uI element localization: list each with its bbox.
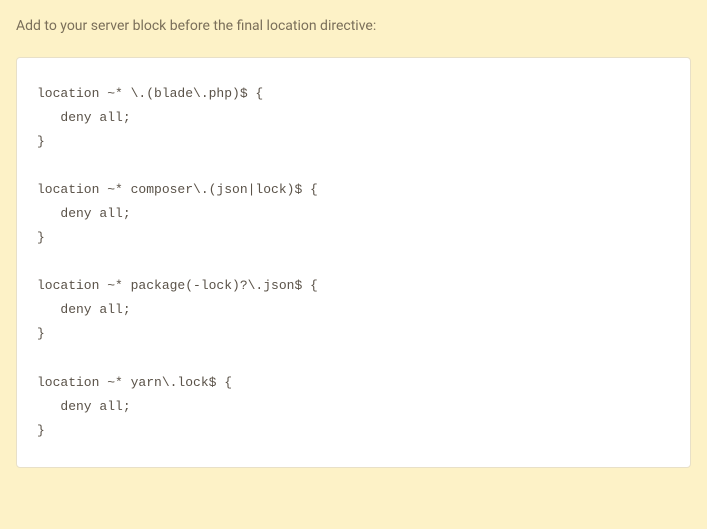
code-block[interactable]: location ~* \.(blade\.php)$ { deny all; … bbox=[16, 57, 691, 468]
intro-text: Add to your server block before the fina… bbox=[16, 16, 691, 37]
